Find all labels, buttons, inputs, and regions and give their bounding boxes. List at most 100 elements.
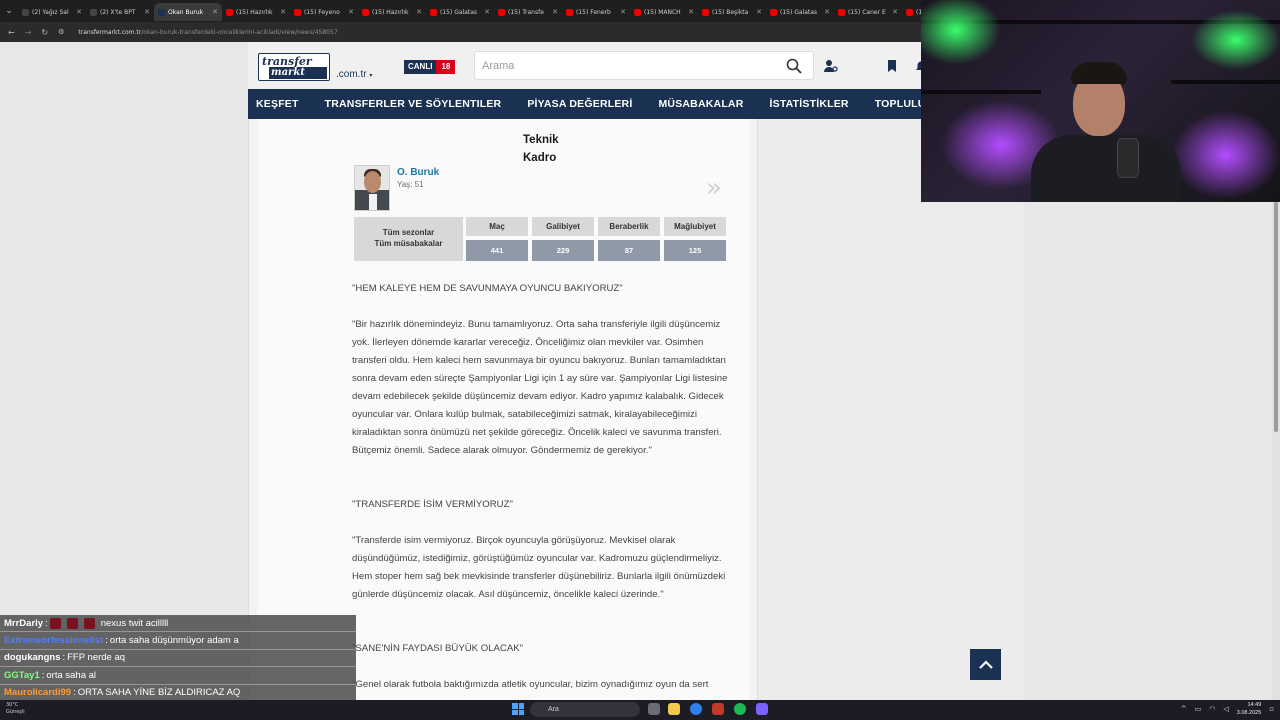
- browser-tab[interactable]: (15) Transfe ✕: [494, 3, 562, 21]
- clock[interactable]: 14:49 3.08.2025: [1237, 701, 1261, 717]
- spotify-icon[interactable]: [734, 703, 746, 715]
- site-info-icon[interactable]: ⚙: [58, 28, 64, 36]
- user-search-icon[interactable]: [823, 58, 839, 74]
- chevron-up-icon[interactable]: ^: [1181, 705, 1187, 713]
- browser-tab[interactable]: (15) Galatas ✕: [426, 3, 494, 21]
- bookmark-icon[interactable]: [884, 58, 900, 74]
- chat-username[interactable]: Extremeorfessionelist: [4, 635, 103, 646]
- browser-tab[interactable]: Okan Buruk ✕: [154, 3, 222, 21]
- tab-title: (15) Fenerb: [576, 8, 611, 16]
- transfermarkt-logo[interactable]: transfer markt: [258, 53, 330, 81]
- chat-text: nexus twit acilllll: [100, 617, 169, 629]
- notification-center-icon[interactable]: ▫: [1269, 705, 1274, 713]
- stat-header-draws: Beraberlik: [598, 217, 660, 236]
- tab-close-icon[interactable]: ✕: [280, 8, 286, 16]
- tab-favicon-icon: [90, 8, 97, 16]
- taskbar-search-label: Ara: [548, 706, 559, 713]
- browser-tab[interactable]: (15) Beşikta ✕: [698, 3, 766, 21]
- wifi-icon[interactable]: ◠: [1209, 705, 1215, 713]
- nav-item-market-values[interactable]: PİYASA DEĞERLERİ: [527, 98, 632, 110]
- tab-close-icon[interactable]: ✕: [348, 8, 354, 16]
- browser-tab[interactable]: (15) Hazırlık ✕: [222, 3, 290, 21]
- chat-emote-icon: [49, 617, 61, 629]
- chat-emote-icon: [66, 617, 78, 629]
- reload-icon[interactable]: ↻: [41, 28, 48, 37]
- browser-tab[interactable]: (15) Hazırlık ✕: [358, 3, 426, 21]
- chat-username[interactable]: GGTay1: [4, 670, 40, 681]
- forward-icon[interactable]: →: [25, 28, 32, 37]
- tab-title: (2) X'te BPT: [100, 8, 136, 16]
- tab-close-icon[interactable]: ✕: [552, 8, 558, 16]
- taskbar-search[interactable]: Ara: [530, 702, 640, 717]
- stat-header-wins: Galibiyet: [532, 217, 594, 236]
- browser-tab[interactable]: (15) MANCH ✕: [630, 3, 698, 21]
- tab-favicon-icon: [770, 8, 777, 16]
- network-icon[interactable]: ▭: [1195, 705, 1202, 713]
- weather-temp: 30°C: [6, 702, 19, 708]
- chrome-icon[interactable]: [690, 703, 702, 715]
- coach-name-link[interactable]: O. Buruk: [397, 167, 439, 178]
- browser-tab[interactable]: (2) Yağız Sal ✕: [18, 3, 86, 21]
- file-explorer-icon[interactable]: [668, 703, 680, 715]
- discord-icon[interactable]: [756, 703, 768, 715]
- chat-message: dogukangns : FFP nerde aq: [0, 649, 356, 668]
- browser-tab[interactable]: (15) Fenerb ✕: [562, 3, 630, 21]
- chat-username[interactable]: Maurolicardi99: [4, 687, 71, 698]
- nav-item-competitions[interactable]: MÜSABAKALAR: [658, 98, 743, 110]
- coach-age: Yaş: 51: [397, 180, 424, 189]
- tab-close-icon[interactable]: ✕: [144, 8, 150, 16]
- volume-icon[interactable]: ◁: [1223, 705, 1228, 713]
- tab-close-icon[interactable]: ✕: [484, 8, 490, 16]
- tab-close-icon[interactable]: ✕: [756, 8, 762, 16]
- tab-close-icon[interactable]: ✕: [416, 8, 422, 16]
- browser-tab[interactable]: (15) Galatas ✕: [766, 3, 834, 21]
- url-field[interactable]: transfermarkt.com.tr/okan-buruk-transfer…: [78, 29, 337, 36]
- search-input[interactable]: Arama: [474, 51, 814, 80]
- back-icon[interactable]: ←: [8, 28, 15, 37]
- task-view-icon[interactable]: [648, 703, 660, 715]
- system-tray: ^ ▭ ◠ ◁ 14:49 3.08.2025 ▫: [1181, 701, 1274, 717]
- tab-close-icon[interactable]: ✕: [212, 8, 218, 16]
- next-chevron-icon[interactable]: »: [706, 173, 722, 203]
- browser-tab[interactable]: (15) Feyeno ✕: [290, 3, 358, 21]
- domain-selector[interactable]: .com.tr ▾: [336, 69, 372, 80]
- tab-favicon-icon: [838, 8, 845, 16]
- tab-close-icon[interactable]: ✕: [688, 8, 694, 16]
- live-count-badge: 18: [436, 60, 456, 74]
- tab-favicon-icon: [498, 8, 505, 16]
- live-button[interactable]: CANLI 18: [404, 60, 456, 74]
- nav-item-statistics[interactable]: İSTATİSTİKLER: [770, 98, 849, 110]
- app-icon[interactable]: [712, 703, 724, 715]
- tab-list-icon[interactable]: ⌄: [0, 0, 18, 22]
- tab-favicon-icon: [362, 8, 369, 16]
- tab-title: (15) Beşikta: [712, 8, 749, 16]
- tab-title: (15) Hazırlık: [372, 8, 409, 16]
- search-icon[interactable]: [785, 57, 803, 75]
- windows-start-icon[interactable]: [512, 703, 524, 715]
- chat-separator: :: [105, 635, 108, 647]
- scroll-to-top-button[interactable]: [970, 649, 1001, 680]
- nav-item-transfers[interactable]: TRANSFERLER VE SÖYLENTILER: [325, 98, 502, 110]
- tab-close-icon[interactable]: ✕: [76, 8, 82, 16]
- tab-title: (15) Transfe: [508, 8, 544, 16]
- weather-widget[interactable]: 30°C Güneşli: [6, 702, 25, 716]
- tab-favicon-icon: [906, 8, 913, 16]
- tab-title: (2) Yağız Sal: [32, 8, 69, 16]
- tab-close-icon[interactable]: ✕: [620, 8, 626, 16]
- nav-item-discover[interactable]: KEŞFET: [256, 98, 299, 110]
- search-placeholder: Arama: [482, 60, 515, 72]
- chat-username[interactable]: dogukangns: [4, 652, 60, 663]
- clock-time: 14:49: [1247, 702, 1262, 708]
- browser-tab[interactable]: (15) Caner E ✕: [834, 3, 902, 21]
- chat-username[interactable]: MrrDarly: [4, 618, 43, 629]
- article-paragraph: "Bir hazırlık dönemindeyiz. Bunu tamamlı…: [352, 319, 728, 456]
- tab-title: Okan Buruk: [168, 8, 204, 16]
- scrollbar-thumb[interactable]: [1274, 202, 1278, 432]
- tab-favicon-icon: [430, 8, 437, 16]
- chat-message: Extremeorfessionelist : orta saha düşünm…: [0, 632, 356, 650]
- tab-close-icon[interactable]: ✕: [824, 8, 830, 16]
- tab-close-icon[interactable]: ✕: [892, 8, 898, 16]
- chat-text: ORTA SAHA YİNE BİZ ALDIRICAZ AQ: [77, 687, 241, 699]
- coach-photo[interactable]: [354, 165, 390, 211]
- browser-tab[interactable]: (2) X'te BPT ✕: [86, 3, 154, 21]
